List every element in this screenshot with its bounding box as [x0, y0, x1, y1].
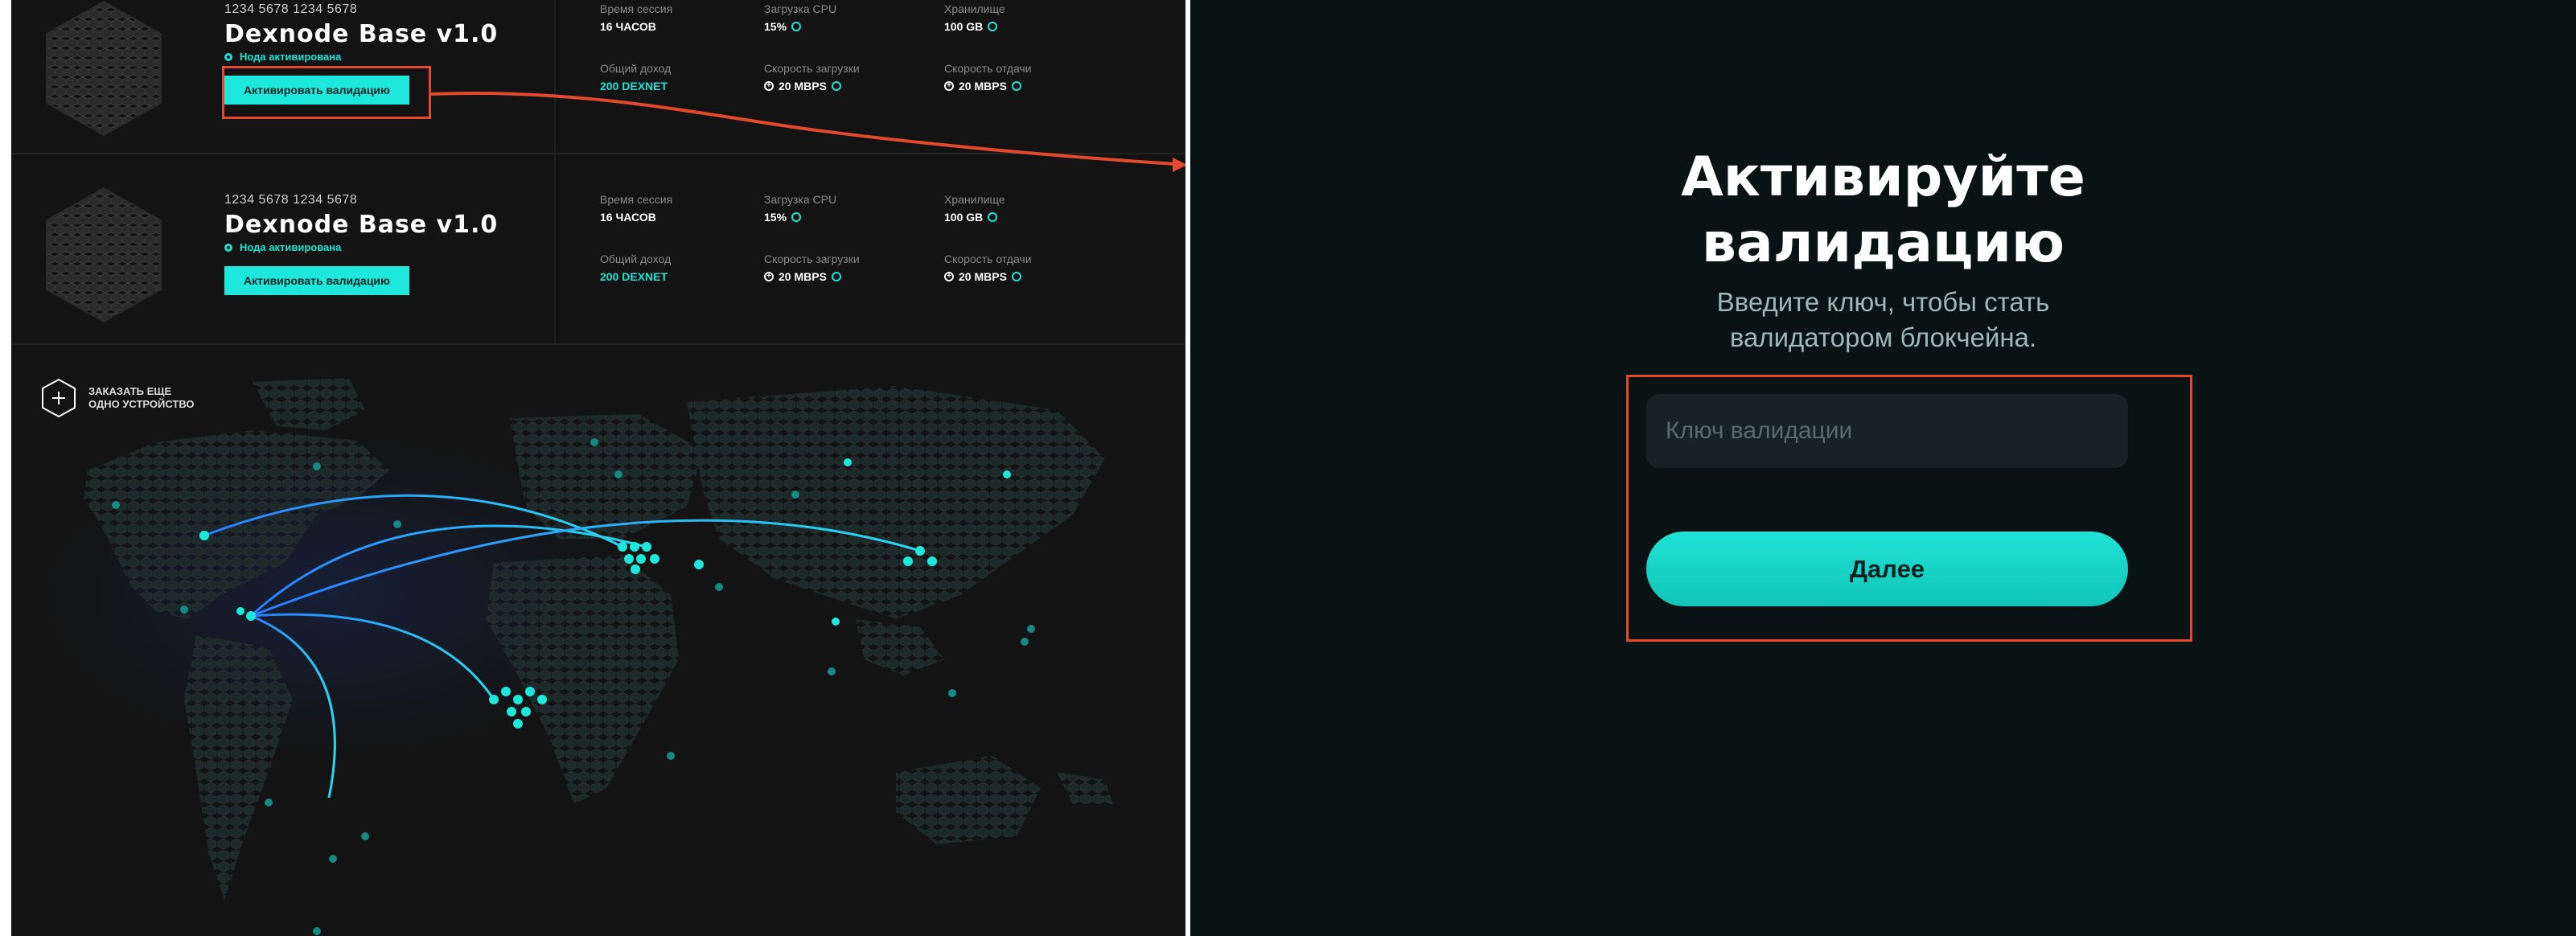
- southeast-asia: [856, 619, 944, 675]
- node-model: Dexnode Base v1.0: [224, 211, 499, 239]
- modal-subtitle: Введите ключ, чтобы стать валидатором бл…: [1190, 285, 2576, 355]
- stat-value: 200 DEXNET: [600, 270, 668, 283]
- stat-value: +20 MBPS: [944, 270, 1032, 283]
- order-more-label: ЗАКАЗАТЬ ЕЩЕ ОДНО УСТРОЙСТВО: [88, 385, 225, 411]
- cpu-load-stat: Загрузка CPU 15%: [764, 193, 836, 224]
- plus-circle-icon[interactable]: +: [764, 272, 774, 281]
- world-node-map: [43, 378, 1113, 935]
- total-income-stat: Общий доход 200 DEXNET: [600, 252, 671, 283]
- upload-speed-stat: Скорость отдачи +20 MBPS: [944, 252, 1032, 283]
- storage-stat: Хранилище 100 GB: [944, 193, 1005, 224]
- status-indicator-icon: [224, 243, 232, 252]
- node-serial: 1234 5678 1234 5678: [224, 193, 358, 207]
- node-status: Нода активирована: [224, 241, 341, 253]
- annotation-arrow: [430, 91, 1187, 172]
- plus-circle-icon[interactable]: +: [944, 272, 954, 281]
- info-icon[interactable]: [831, 272, 841, 281]
- asia: [687, 386, 1105, 619]
- node-status-text: Нода активирована: [240, 241, 342, 253]
- stat-value: 100 GB: [944, 211, 1005, 224]
- south-america: [184, 635, 293, 901]
- stat-value: 15%: [764, 211, 836, 224]
- download-speed-stat: Скорость загрузки +20 MBPS: [764, 252, 860, 283]
- stat-label: Хранилище: [944, 193, 1005, 206]
- info-icon[interactable]: [1011, 272, 1021, 281]
- modal-title: Активируйте валидацию: [1190, 145, 2576, 277]
- info-icon[interactable]: [791, 212, 802, 222]
- australia: [896, 756, 1041, 844]
- order-more-line2: ОДНО УСТРОЙСТВО: [88, 398, 195, 410]
- stat-value-text: 15%: [764, 211, 787, 224]
- add-device-icon: [42, 378, 76, 418]
- modal-title-line2: валидацию: [1701, 211, 2065, 275]
- stat-label: Время сессия: [600, 193, 673, 206]
- stat-value: 16 ЧАСОВ: [600, 211, 656, 224]
- order-more-line1: ЗАКАЗАТЬ ЕЩЕ: [88, 385, 172, 397]
- modal-subtitle-line2: валидатором блокчейна.: [1729, 322, 2037, 352]
- order-more-device-button[interactable]: ЗАКАЗАТЬ ЕЩЕ ОДНО УСТРОЙСТВО: [40, 378, 225, 418]
- session-time-stat: Время сессия 16 ЧАСОВ: [600, 193, 672, 224]
- stat-label: Скорость загрузки: [764, 252, 860, 265]
- modal-subtitle-line1: Введите ключ, чтобы стать: [1716, 287, 2050, 317]
- stat-label: Загрузка CPU: [764, 193, 837, 206]
- info-icon[interactable]: [988, 212, 998, 222]
- stat-value-text: 100 GB: [944, 211, 984, 224]
- greenland: [253, 378, 365, 430]
- activate-validation-button[interactable]: Активировать валидацию: [224, 266, 409, 295]
- stat-value: +20 MBPS: [764, 270, 860, 283]
- islands: [1057, 772, 1113, 804]
- modal-title-line1: Активируйте: [1681, 146, 2085, 209]
- stat-label: Скорость отдачи: [944, 252, 1032, 265]
- validation-key-input[interactable]: [1646, 394, 2128, 468]
- stat-value-text: 20 MBPS: [959, 270, 1007, 283]
- device-image: [46, 187, 162, 323]
- next-button[interactable]: Далее: [1646, 532, 2128, 606]
- activate-validation-modal: Активируйте валидацию Введите ключ, чтоб…: [1190, 0, 2576, 936]
- card-separator: [11, 343, 1185, 345]
- stat-label: Общий доход: [600, 252, 672, 265]
- stat-value-text: 20 MBPS: [779, 270, 827, 283]
